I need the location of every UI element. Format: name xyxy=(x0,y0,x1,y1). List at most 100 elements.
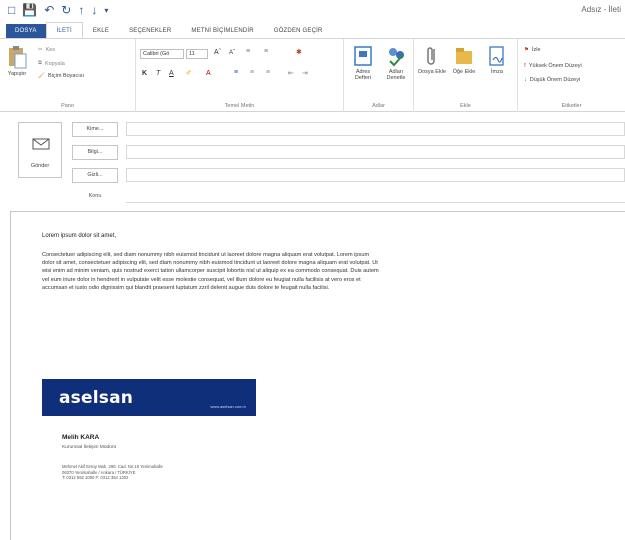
names-group: Adres Defteri Adları Denetle Adlar xyxy=(344,39,414,112)
cc-field[interactable] xyxy=(126,145,625,159)
tab-message[interactable]: İLETİ xyxy=(45,22,83,39)
signature-icon xyxy=(489,46,504,66)
copy-button[interactable]: ⧉ Kopyala xyxy=(38,60,65,67)
align-right-icon[interactable]: ≡ xyxy=(266,69,270,76)
attach-item-icon xyxy=(456,48,472,64)
high-importance-button[interactable]: ! Yüksek Önem Düzeyi xyxy=(524,63,582,69)
signature-address: Mehmet Akif Ersoy Mah. 296. Cad. No:16 Y… xyxy=(62,464,262,481)
subject-field[interactable] xyxy=(126,189,625,203)
font-name-box[interactable]: Calibri (Gö xyxy=(140,49,184,59)
numbering-icon[interactable]: ≡ xyxy=(264,48,268,55)
send-icon xyxy=(32,138,50,150)
up-arrow-icon[interactable]: ↑ xyxy=(78,4,84,17)
align-left-icon[interactable]: ≡ xyxy=(234,69,238,76)
tab-format-text[interactable]: METNİ BİÇİMLENDİR xyxy=(181,24,263,39)
bcc-button[interactable]: Gizli... xyxy=(72,168,118,183)
highlight-icon[interactable]: ✐ xyxy=(186,69,192,77)
send-label: Gönder xyxy=(30,163,50,169)
font-color-icon[interactable]: A xyxy=(206,70,211,77)
check-names-button[interactable]: Adları Denetle xyxy=(380,45,412,81)
copy-icon: ⧉ xyxy=(38,60,42,66)
include-group: Dosya Ekle Öğe Ekle İmza Ekle xyxy=(414,39,518,112)
company-logo: aselsan xyxy=(59,388,134,408)
format-painter-label: Biçim Boyacısı xyxy=(47,73,85,79)
attach-file-button[interactable]: Dosya Ekle xyxy=(418,45,446,75)
signature-name: Melih KARA xyxy=(62,434,100,441)
bcc-field[interactable] xyxy=(126,168,625,182)
format-painter-button[interactable]: 🖌 Biçim Boyacısı xyxy=(38,73,84,79)
down-arrow-icon[interactable]: ↓ xyxy=(91,4,97,17)
low-importance-button[interactable]: ↓ Düşük Önem Düzeyi xyxy=(524,77,580,83)
underline-button[interactable]: A xyxy=(169,70,174,77)
quick-access-toolbar: □ 💾 ↶ ↻ ↑ ↓ ▾ xyxy=(8,4,108,17)
grow-font-icon[interactable]: Aˆ xyxy=(214,49,221,56)
clipboard-group-label: Pano xyxy=(61,103,74,109)
increase-indent-icon[interactable]: ⇥ xyxy=(302,69,308,77)
decrease-indent-icon[interactable]: ⇤ xyxy=(288,69,294,77)
copy-label: Kopyala xyxy=(44,60,65,67)
follow-up-label: İzle xyxy=(531,47,541,53)
italic-button[interactable]: T xyxy=(156,70,160,77)
redo-icon[interactable]: ↻ xyxy=(61,4,71,17)
shrink-font-icon[interactable]: Aˇ xyxy=(229,50,235,56)
basic-text-group-label: Temel Metin xyxy=(224,103,255,109)
down-arrow-importance-icon: ↓ xyxy=(524,77,527,83)
paperclip-icon xyxy=(427,47,435,65)
names-group-label: Adlar xyxy=(372,103,385,109)
flag-icon: ⚑ xyxy=(524,47,529,53)
basic-text-group: Calibri (Gö 11 Aˆ Aˇ ≡ ≡ ✱ K T A ✐ A ≡ ≡… xyxy=(136,39,344,112)
format-painter-icon: 🖌 xyxy=(38,73,45,79)
body-paragraph: Consectetuer adipiscing elit, sed diam n… xyxy=(42,252,379,291)
save-icon[interactable]: 💾 xyxy=(22,4,37,17)
bold-button[interactable]: K xyxy=(142,70,147,77)
subject-label: Konu xyxy=(88,193,102,199)
signature-banner: aselsan www.aselsan.com.tr xyxy=(42,379,256,416)
ribbon-tabs: DOSYA İLETİ EKLE SEÇENEKLER METNİ BİÇİML… xyxy=(0,22,625,39)
phone-line: T: 0312 592 1000 F: 0312 354 1302 xyxy=(62,475,129,481)
greeting-text: Lorem ipsum dolor sit amet, xyxy=(42,233,117,239)
paste-icon xyxy=(9,46,27,69)
address-book-button[interactable]: Adres Defteri xyxy=(348,45,378,81)
cc-button[interactable]: Bilgi... xyxy=(72,145,118,160)
compose-header: Gönder Kime... Bilgi... Gizli... Konu xyxy=(18,118,625,210)
cut-label: Kes xyxy=(45,47,56,53)
paste-label: Yapıştır xyxy=(7,71,27,77)
tab-review[interactable]: GÖZDEN GEÇİR xyxy=(264,24,333,39)
tab-options[interactable]: SEÇENEKLER xyxy=(119,24,181,39)
check-names-icon xyxy=(389,48,404,67)
tags-group-label: Etiketler xyxy=(561,103,582,109)
company-url: www.aselsan.com.tr xyxy=(210,404,246,409)
bullets-icon[interactable]: ≡ xyxy=(246,48,250,55)
low-importance-label: Düşük Önem Düzeyi xyxy=(529,77,581,83)
include-group-label: Ekle xyxy=(460,103,471,109)
send-button[interactable]: Gönder xyxy=(18,122,62,178)
address-book-icon xyxy=(354,46,372,66)
check-names-label: Adları Denetle xyxy=(386,69,406,81)
clear-formatting-icon[interactable]: ✱ xyxy=(296,48,302,56)
paste-button[interactable]: Yapıştır xyxy=(4,45,30,77)
to-field[interactable] xyxy=(126,122,625,136)
window-menu-icon[interactable]: □ xyxy=(8,4,15,17)
attach-item-button[interactable]: Öğe Ekle xyxy=(450,45,478,75)
attach-file-label: Dosya Ekle xyxy=(418,69,446,75)
to-button[interactable]: Kime... xyxy=(72,122,118,137)
signature-button[interactable]: İmza xyxy=(482,45,512,75)
ribbon: Yapıştır ✂ Kes ⧉ Kopyala 🖌 Biçim Boyacıs… xyxy=(0,38,625,112)
tab-file[interactable]: DOSYA xyxy=(6,24,46,39)
cut-button[interactable]: ✂ Kes xyxy=(38,47,55,53)
font-size-box[interactable]: 11 xyxy=(186,49,208,59)
customize-toolbar-icon[interactable]: ▾ xyxy=(104,4,108,17)
align-center-icon[interactable]: ≡ xyxy=(250,69,254,76)
title-bar: □ 💾 ↶ ↻ ↑ ↓ ▾ Adsız - İleti xyxy=(0,0,625,22)
follow-up-button[interactable]: ⚑ İzle xyxy=(524,47,541,53)
window-title: Adsız - İleti xyxy=(581,5,621,14)
tab-insert[interactable]: EKLE xyxy=(83,24,119,39)
address-book-label: Adres Defteri xyxy=(354,69,372,81)
signature-title: Kurumsal İletişim Müdürü xyxy=(62,445,117,450)
attach-item-label: Öğe Ekle xyxy=(452,69,476,75)
exclamation-icon: ! xyxy=(524,63,526,69)
undo-icon[interactable]: ↶ xyxy=(44,4,54,17)
tags-group: ⚑ İzle ! Yüksek Önem Düzeyi ↓ Düşük Önem… xyxy=(518,39,625,112)
signature-label: İmza xyxy=(491,69,503,75)
scissors-icon: ✂ xyxy=(38,47,43,53)
